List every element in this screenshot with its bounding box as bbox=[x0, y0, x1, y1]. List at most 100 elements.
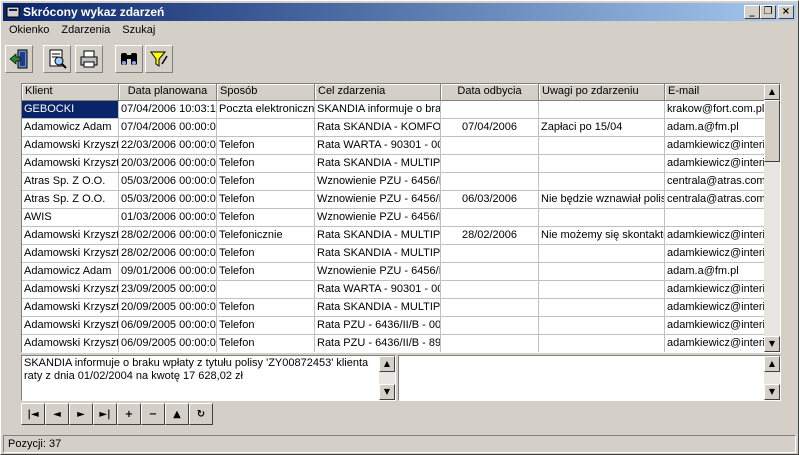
cell-email[interactable]: centrala@atras.com bbox=[665, 191, 765, 209]
restore-button[interactable]: ❐ bbox=[760, 5, 776, 19]
refresh-button[interactable]: ↻ bbox=[189, 403, 213, 425]
cell-sposob[interactable]: Telefon bbox=[217, 191, 315, 209]
cell-uwagi[interactable]: Nie będzie wznawiał polisy bbox=[539, 191, 665, 209]
cell-sposob[interactable]: Telefon bbox=[217, 245, 315, 263]
first-record-button[interactable]: |◄ bbox=[21, 403, 45, 425]
cell-uwagi[interactable] bbox=[539, 155, 665, 173]
cell-data-odbycia[interactable] bbox=[441, 209, 539, 227]
cell-data-planowana[interactable]: 07/04/2006 00:00:0 bbox=[119, 119, 217, 137]
memo-right-scroll-down[interactable]: ▼ bbox=[764, 384, 780, 400]
cell-data-odbycia[interactable] bbox=[441, 245, 539, 263]
cell-data-odbycia[interactable] bbox=[441, 335, 539, 352]
cell-email[interactable]: centrala@atras.com bbox=[665, 173, 765, 191]
cell-uwagi[interactable] bbox=[539, 173, 665, 191]
cell-sposob[interactable]: Telefonicznie bbox=[217, 227, 315, 245]
cell-cel-zdarzenia[interactable]: Rata WARTA - 90301 - 00 bbox=[315, 281, 441, 299]
table-row[interactable]: AWIS 01/03/2006 00:00:0 Telefon Wznowienie … bbox=[22, 209, 765, 227]
cell-klient[interactable]: Adamowski Krzysztof bbox=[22, 335, 119, 352]
cell-klient[interactable]: Atras Sp. Z O.O. bbox=[22, 173, 119, 191]
cell-data-planowana[interactable]: 05/03/2006 00:00:0 bbox=[119, 173, 217, 191]
prior-record-button[interactable]: ◄ bbox=[45, 403, 69, 425]
cell-sposob[interactable]: Poczta elektroniczna bbox=[217, 101, 315, 119]
column-header-data-planowana[interactable]: Data planowana bbox=[119, 84, 217, 101]
menu-zdarzenia[interactable]: Zdarzenia bbox=[55, 22, 116, 40]
table-row[interactable]: Adamowski Krzysztof 20/09/2005 00:00:0 Tel… bbox=[22, 299, 765, 317]
column-header-email[interactable]: E-mail bbox=[665, 84, 765, 101]
memo-right-scrollbar[interactable]: ▲ ▼ bbox=[764, 356, 780, 400]
cell-uwagi[interactable] bbox=[539, 209, 665, 227]
cell-klient[interactable]: Adamowski Krzysztof bbox=[22, 281, 119, 299]
cell-cel-zdarzenia[interactable]: Rata PZU - 6436/II/B - 00 bbox=[315, 317, 441, 335]
table-row[interactable]: Adamowicz Adam 09/01/2006 00:00:0 Telefon W… bbox=[22, 263, 765, 281]
cell-email[interactable] bbox=[665, 209, 765, 227]
cell-uwagi[interactable] bbox=[539, 281, 665, 299]
cell-data-odbycia[interactable] bbox=[441, 137, 539, 155]
cell-sposob[interactable]: Telefon bbox=[217, 209, 315, 227]
cell-cel-zdarzenia[interactable]: Wznowienie PZU - 6456/I bbox=[315, 263, 441, 281]
edit-record-button[interactable]: ▲ bbox=[165, 403, 189, 425]
cell-data-planowana[interactable]: 20/09/2005 00:00:0 bbox=[119, 299, 217, 317]
cell-email[interactable]: adamkiewicz@interia bbox=[665, 317, 765, 335]
cell-data-planowana[interactable]: 09/01/2006 00:00:0 bbox=[119, 263, 217, 281]
cell-sposob[interactable]: Telefon bbox=[217, 317, 315, 335]
cell-data-planowana[interactable]: 06/09/2005 00:00:0 bbox=[119, 317, 217, 335]
table-row[interactable]: Adamowski Krzysztof 28/02/2006 00:00:0 Tel… bbox=[22, 227, 765, 245]
column-header-uwagi[interactable]: Uwagi po zdarzeniu bbox=[539, 84, 665, 101]
cell-data-odbycia[interactable]: 28/02/2006 bbox=[441, 227, 539, 245]
column-header-sposob[interactable]: Sposób bbox=[217, 84, 315, 101]
cell-data-odbycia[interactable] bbox=[441, 155, 539, 173]
cell-cel-zdarzenia[interactable]: SKANDIA informuje o braku bbox=[315, 101, 441, 119]
column-header-data-odbycia[interactable]: Data odbycia bbox=[441, 84, 539, 101]
cell-data-odbycia[interactable] bbox=[441, 299, 539, 317]
table-row[interactable]: Adamowski Krzysztof 28/02/2006 00:00:0 Tel… bbox=[22, 245, 765, 263]
cell-email[interactable]: adamkiewicz@interia bbox=[665, 137, 765, 155]
cell-sposob[interactable]: Telefon bbox=[217, 263, 315, 281]
cell-data-odbycia[interactable] bbox=[441, 263, 539, 281]
cell-data-odbycia[interactable] bbox=[441, 281, 539, 299]
memo-left-scroll-down[interactable]: ▼ bbox=[379, 384, 395, 400]
cell-cel-zdarzenia[interactable]: Wznowienie PZU - 6456/I bbox=[315, 209, 441, 227]
table-row[interactable]: Adamowski Krzysztof 20/03/2006 00:00:0 Tel… bbox=[22, 155, 765, 173]
cell-klient[interactable]: Adamowski Krzysztof bbox=[22, 299, 119, 317]
cell-data-planowana[interactable]: 28/02/2006 00:00:0 bbox=[119, 245, 217, 263]
cell-uwagi[interactable] bbox=[539, 101, 665, 119]
cell-data-planowana[interactable]: 23/09/2005 00:00:0 bbox=[119, 281, 217, 299]
cell-cel-zdarzenia[interactable]: Wznowienie PZU - 6456/I bbox=[315, 191, 441, 209]
cell-uwagi[interactable]: Zapłaci po 15/04 bbox=[539, 119, 665, 137]
cell-email[interactable]: adamkiewicz@interia bbox=[665, 335, 765, 352]
cell-cel-zdarzenia[interactable]: Rata WARTA - 90301 - 00 bbox=[315, 137, 441, 155]
cell-data-planowana[interactable]: 01/03/2006 00:00:0 bbox=[119, 209, 217, 227]
cell-sposob[interactable]: Telefon bbox=[217, 335, 315, 352]
cell-klient[interactable]: Adamowski Krzysztof bbox=[22, 245, 119, 263]
cell-data-planowana[interactable]: 07/04/2006 10:03:1 bbox=[119, 101, 217, 119]
cell-sposob[interactable]: Telefon bbox=[217, 155, 315, 173]
cell-cel-zdarzenia[interactable]: Rata PZU - 6436/II/B - 89 bbox=[315, 335, 441, 352]
cell-uwagi[interactable] bbox=[539, 137, 665, 155]
filter-button[interactable] bbox=[145, 45, 173, 73]
cell-data-planowana[interactable]: 06/09/2005 00:00:0 bbox=[119, 335, 217, 352]
cell-klient[interactable]: GEBOCKI bbox=[22, 101, 119, 119]
events-grid[interactable]: Klient Data planowana Sposób Cel zdarzen… bbox=[21, 83, 781, 353]
cell-data-odbycia[interactable] bbox=[441, 173, 539, 191]
cell-sposob[interactable]: Telefon bbox=[217, 299, 315, 317]
cell-email[interactable]: adamkiewicz@interia bbox=[665, 281, 765, 299]
cell-cel-zdarzenia[interactable]: Rata SKANDIA - MULTIP bbox=[315, 299, 441, 317]
search-button[interactable] bbox=[115, 45, 143, 73]
cell-data-odbycia[interactable] bbox=[441, 317, 539, 335]
scroll-up-button[interactable]: ▲ bbox=[764, 84, 780, 100]
cell-klient[interactable]: Adamowski Krzysztof bbox=[22, 317, 119, 335]
cell-sposob[interactable]: Telefon bbox=[217, 173, 315, 191]
memo-left-scrollbar[interactable]: ▲ ▼ bbox=[379, 356, 395, 400]
memo-left-scroll-up[interactable]: ▲ bbox=[379, 356, 395, 372]
cell-uwagi[interactable] bbox=[539, 245, 665, 263]
table-row[interactable]: GEBOCKI 07/04/2006 10:03:1 Poczta elektron… bbox=[22, 101, 765, 119]
exit-button[interactable] bbox=[5, 45, 33, 73]
table-row[interactable]: Adamowski Krzysztof 23/09/2005 00:00:0 Rat… bbox=[22, 281, 765, 299]
cell-data-planowana[interactable]: 05/03/2006 00:00:0 bbox=[119, 191, 217, 209]
cell-email[interactable]: adamkiewicz@interia bbox=[665, 227, 765, 245]
cell-uwagi[interactable]: Nie możemy się skontaktować bbox=[539, 227, 665, 245]
cell-email[interactable]: adamkiewicz@interia bbox=[665, 155, 765, 173]
table-row[interactable]: Adamowski Krzysztof 06/09/2005 00:00:0 Tel… bbox=[22, 335, 765, 352]
cell-cel-zdarzenia[interactable]: Rata SKANDIA - MULTIP bbox=[315, 155, 441, 173]
column-header-cel-zdarzenia[interactable]: Cel zdarzenia bbox=[315, 84, 441, 101]
